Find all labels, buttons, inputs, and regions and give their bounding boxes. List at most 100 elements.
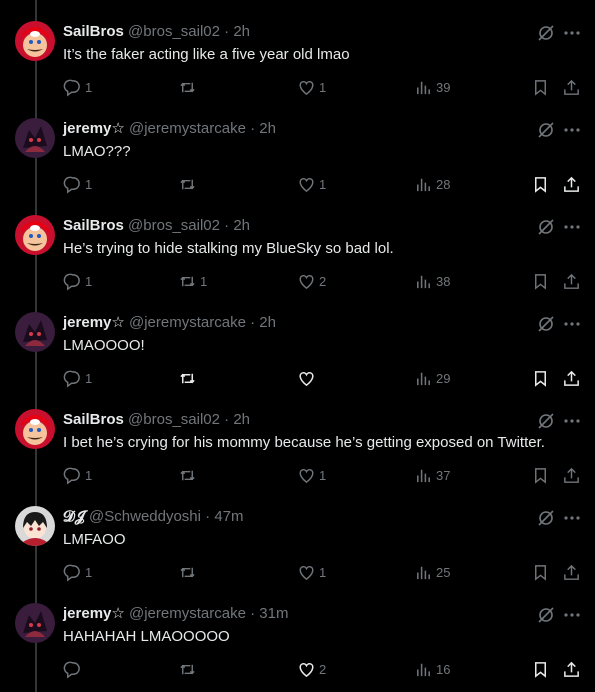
user-handle[interactable]: @Schweddyoshi [89, 508, 201, 525]
avatar[interactable] [15, 312, 55, 352]
share-button[interactable] [562, 561, 581, 583]
grok-icon[interactable] [536, 411, 556, 431]
bookmark-button[interactable] [531, 173, 550, 195]
avatar[interactable] [15, 409, 55, 449]
retweet-button[interactable] [178, 367, 200, 389]
more-options-icon[interactable] [562, 217, 582, 237]
timestamp[interactable]: 2h [233, 217, 250, 234]
timestamp[interactable]: 2h [259, 120, 276, 137]
views-button[interactable]: 25 [414, 561, 450, 583]
bookmark-icon [535, 467, 546, 484]
share-button[interactable] [562, 173, 581, 195]
bookmark-button[interactable] [531, 270, 550, 292]
timestamp[interactable]: 31m [259, 605, 288, 622]
tweet[interactable]: SailBros @bros_sail02 · 2h I bet he’s cr… [0, 388, 595, 485]
user-handle[interactable]: @jeremystarcake [129, 314, 246, 331]
tweet[interactable]: SailBros @bros_sail02 · 2h He’s trying t… [0, 194, 595, 291]
timestamp[interactable]: 2h [259, 314, 276, 331]
grok-icon[interactable] [536, 23, 556, 43]
reply-button[interactable]: 1 [63, 464, 92, 486]
bookmark-button[interactable] [531, 367, 550, 389]
like-button[interactable]: 1 [297, 561, 326, 583]
retweet-button[interactable]: 1 [178, 270, 207, 292]
avatar[interactable] [15, 215, 55, 255]
retweet-button[interactable] [178, 464, 200, 486]
tweet[interactable]: jeremy☆ @jeremystarcake · 2h LMAOOOO! 1 … [0, 291, 595, 388]
avatar[interactable] [15, 603, 55, 643]
tweet[interactable]: jeremy☆ @jeremystarcake · 31m HAHAHAH LM… [0, 582, 595, 679]
views-button[interactable]: 29 [414, 367, 450, 389]
grok-icon[interactable] [536, 314, 556, 334]
reply-button[interactable]: 1 [63, 367, 92, 389]
user-handle[interactable]: @bros_sail02 [128, 23, 220, 40]
retweet-button[interactable] [178, 658, 200, 680]
heart-icon [299, 80, 314, 95]
like-button[interactable]: 1 [297, 464, 326, 486]
tweet[interactable]: jeremy☆ @jeremystarcake · 2h LMAO??? 1 1… [0, 97, 595, 194]
more-options-icon[interactable] [562, 411, 582, 431]
like-button[interactable]: 1 [297, 76, 326, 98]
mario-avatar-icon [15, 215, 55, 255]
display-name[interactable]: jeremy☆ [63, 314, 125, 331]
display-name[interactable]: 𝓓𝓙 [63, 508, 85, 525]
share-button[interactable] [562, 76, 581, 98]
like-button[interactable]: 2 [297, 658, 326, 680]
retweet-button[interactable] [178, 173, 200, 195]
reply-count: 1 [85, 370, 93, 386]
avatar[interactable] [15, 21, 55, 61]
views-button[interactable]: 28 [414, 173, 450, 195]
user-handle[interactable]: @bros_sail02 [128, 411, 220, 428]
separator-dot: · [224, 411, 230, 428]
timestamp[interactable]: 47m [214, 508, 243, 525]
grok-icon[interactable] [536, 217, 556, 237]
like-button[interactable] [297, 367, 319, 389]
share-button[interactable] [562, 464, 581, 486]
reply-button[interactable] [63, 658, 85, 680]
bookmark-button[interactable] [531, 658, 550, 680]
grok-icon[interactable] [536, 605, 556, 625]
share-button[interactable] [562, 270, 581, 292]
timestamp[interactable]: 2h [233, 23, 250, 40]
tweet[interactable]: SailBros @bros_sail02 · 2h It’s the fake… [0, 0, 595, 97]
view-count: 38 [436, 273, 451, 289]
like-count: 2 [319, 661, 327, 677]
like-button[interactable]: 1 [297, 173, 326, 195]
share-button[interactable] [562, 658, 581, 680]
avatar[interactable] [15, 118, 55, 158]
reply-button[interactable]: 1 [63, 561, 92, 583]
bookmark-button[interactable] [531, 561, 550, 583]
display-name[interactable]: jeremy☆ [63, 120, 125, 137]
reply-button[interactable]: 1 [63, 270, 92, 292]
display-name[interactable]: jeremy☆ [63, 605, 125, 622]
display-name[interactable]: SailBros [63, 217, 124, 234]
user-handle[interactable]: @jeremystarcake [129, 120, 246, 137]
more-options-icon[interactable] [562, 120, 582, 140]
display-name[interactable]: SailBros [63, 411, 124, 428]
more-options-icon[interactable] [562, 508, 582, 528]
views-button[interactable]: 37 [414, 464, 450, 486]
reply-button[interactable]: 1 [63, 76, 92, 98]
views-button[interactable]: 38 [414, 270, 450, 292]
avatar[interactable] [15, 506, 55, 546]
share-button[interactable] [562, 367, 581, 389]
user-handle[interactable]: @bros_sail02 [128, 217, 220, 234]
timestamp[interactable]: 2h [233, 411, 250, 428]
more-options-icon[interactable] [562, 605, 582, 625]
tweet[interactable]: 𝓓𝓙 @Schweddyoshi · 47m LMFAOO 1 1 25 [0, 485, 595, 582]
retweet-button[interactable] [178, 561, 200, 583]
grok-icon[interactable] [536, 120, 556, 140]
user-handle[interactable]: @jeremystarcake [129, 605, 246, 622]
views-button[interactable]: 39 [414, 76, 450, 98]
views-button[interactable]: 16 [414, 658, 450, 680]
like-button[interactable]: 2 [297, 270, 326, 292]
anime-avatar-icon [15, 506, 55, 546]
display-name[interactable]: SailBros [63, 23, 124, 40]
like-count: 1 [319, 79, 327, 95]
more-options-icon[interactable] [562, 23, 582, 43]
reply-button[interactable]: 1 [63, 173, 92, 195]
retweet-button[interactable] [178, 76, 200, 98]
bookmark-button[interactable] [531, 464, 550, 486]
bookmark-button[interactable] [531, 76, 550, 98]
grok-icon[interactable] [536, 508, 556, 528]
more-options-icon[interactable] [562, 314, 582, 334]
